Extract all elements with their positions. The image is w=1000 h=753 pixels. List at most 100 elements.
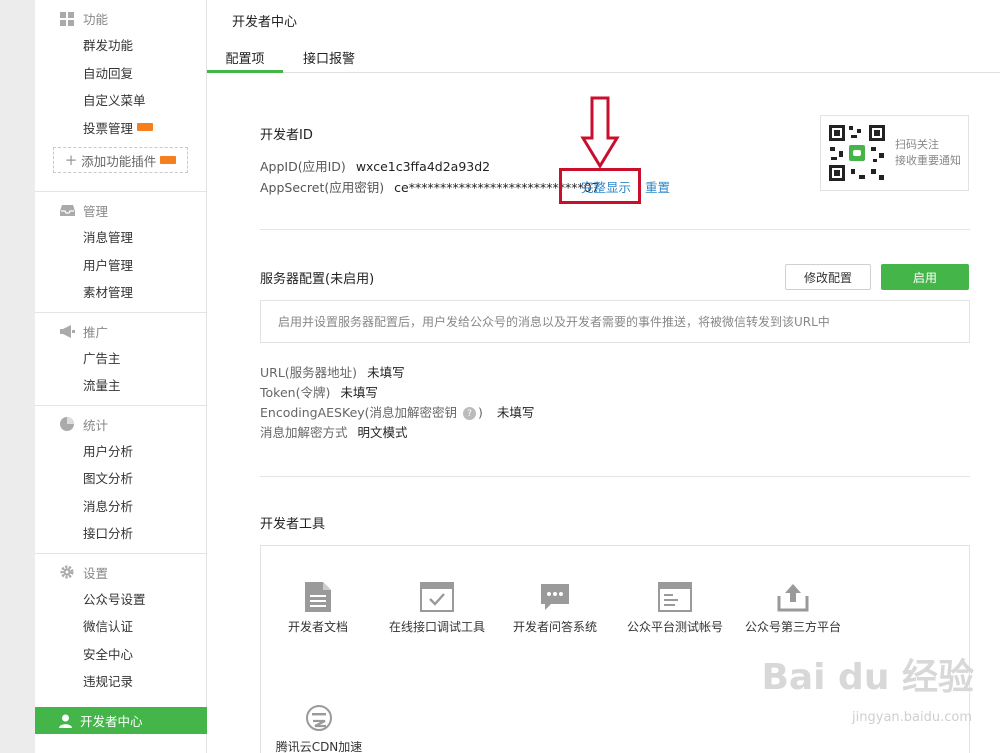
sidebar-section-title: 统计 [83, 417, 109, 433]
sidebar-section-promote: 推广 广告主 流量主 [35, 313, 206, 406]
sidebar-section-title: 推广 [83, 324, 109, 340]
chat-bubble-icon [541, 584, 569, 610]
url-value: 未填写 [367, 365, 405, 380]
sidebar-item-materials[interactable]: 素材管理 [35, 278, 206, 306]
gear-icon [59, 564, 75, 580]
sidebar-section-header[interactable]: 设置 [35, 560, 206, 585]
sidebar-section-header[interactable]: 管理 [35, 198, 206, 223]
qr-caption: 扫码关注 接收重要通知 [895, 137, 961, 169]
sidebar-item-messages[interactable]: 消息管理 [35, 223, 206, 251]
sidebar-item-user-analysis[interactable]: 用户分析 [35, 437, 206, 465]
sidebar-item-message-analysis[interactable]: 消息分析 [35, 492, 206, 520]
sidebar-item-vote[interactable]: 投票管理 [35, 114, 206, 142]
server-config-notice: 启用并设置服务器配置后，用户发给公众号的消息以及开发者需要的事件推送，将被微信转… [260, 300, 970, 343]
baidu-jingyan-watermark: Bai du 经验 [761, 657, 974, 698]
sidebar-section-settings: 设置 公众号设置 微信认证 安全中心 违规记录 [35, 554, 206, 701]
reset-link[interactable]: 重置 [645, 177, 670, 196]
add-plugin-button[interactable]: + 添加功能插件 [53, 147, 188, 173]
browser-window-icon [658, 582, 692, 612]
tab-api-alarm[interactable]: 接口报警 [303, 48, 355, 67]
tool-label: 公众号第三方平台 [744, 620, 841, 634]
browser-check-icon [420, 582, 454, 612]
divider [260, 476, 970, 477]
modify-config-button[interactable]: 修改配置 [785, 264, 871, 290]
sidebar-item-label: 公众号设置 [83, 591, 146, 607]
sidebar-item-label: 消息分析 [83, 498, 134, 514]
sidebar-item-label: 流量主 [83, 378, 121, 394]
sidebar-item-wechat-verify[interactable]: 微信认证 [35, 612, 206, 640]
tool-third-party-platform[interactable]: 公众号第三方平台 [743, 582, 843, 635]
appid-row: AppID(应用ID) wxce1c3ffa4d2a93d2 [260, 156, 490, 175]
sidebar-section-title: 功能 [83, 12, 109, 27]
tab-bar: 配置项 接口报警 [207, 40, 1000, 73]
add-plugin-label: 添加功能插件 [81, 153, 157, 169]
sidebar: 功能 群发功能 自动回复 自定义菜单 投票管理 + 添加功能插件 管理 消息管理… [35, 0, 207, 753]
down-arrow-icon [580, 96, 620, 169]
aes-key-label: EncodingAESKey(消息加解密密钥 [260, 405, 458, 420]
sidebar-item-label: 群发功能 [83, 38, 134, 54]
tab-config[interactable]: 配置项 [207, 48, 283, 73]
qr-caption-line1: 扫码关注 [895, 138, 939, 151]
sidebar-item-users[interactable]: 用户管理 [35, 251, 206, 279]
new-badge [137, 123, 154, 132]
sidebar-item-article-analysis[interactable]: 图文分析 [35, 464, 206, 492]
divider [260, 229, 970, 230]
sidebar-section-header[interactable]: 推广 [35, 319, 206, 344]
tool-label: 腾讯云CDN加速 [275, 740, 363, 753]
sidebar-item-label: 图文分析 [83, 471, 134, 487]
aes-key-value: 未填写 [496, 405, 535, 420]
user-icon [59, 714, 72, 728]
encryption-mode-value: 明文模式 [357, 425, 408, 440]
document-icon [305, 582, 331, 612]
sidebar-item-mass-send[interactable]: 群发功能 [35, 31, 206, 59]
upload-tray-icon [777, 584, 809, 612]
server-config-heading: 服务器配置(未启用) [260, 272, 375, 287]
sidebar-section-header[interactable]: 功能 [35, 6, 206, 31]
tool-dev-qa[interactable]: 开发者问答系统 [509, 582, 601, 635]
tool-dev-docs[interactable]: 开发者文档 [281, 582, 355, 635]
sidebar-item-custom-menu[interactable]: 自定义菜单 [35, 86, 206, 114]
sidebar-item-label: 微信认证 [83, 619, 134, 635]
help-icon[interactable]: ? [463, 407, 477, 420]
sidebar-item-developer-center[interactable]: 开发者中心 [35, 707, 207, 734]
sidebar-item-auto-reply[interactable]: 自动回复 [35, 59, 206, 87]
sidebar-item-security-center[interactable]: 安全中心 [35, 640, 206, 668]
aes-key-label-end: ) [478, 405, 483, 420]
tool-tencent-cdn[interactable]: 腾讯云CDN加速 [273, 704, 365, 753]
sidebar-item-label: 投票管理 [83, 120, 134, 136]
sidebar-item-label: 广告主 [83, 350, 121, 366]
sidebar-item-label: 素材管理 [83, 285, 134, 301]
sidebar-item-api-analysis[interactable]: 接口分析 [35, 519, 206, 547]
new-badge [160, 156, 177, 164]
encryption-mode-label: 消息加解密方式 [260, 425, 348, 440]
qr-code-icon [827, 123, 887, 183]
sidebar-item-label: 消息管理 [83, 230, 134, 246]
main-panel: 开发者中心 配置项 接口报警 开发者ID AppID(应用ID) wxce1c3f… [207, 0, 1000, 753]
qr-caption-line2: 接收重要通知 [895, 154, 961, 167]
sidebar-item-account-settings[interactable]: 公众号设置 [35, 585, 206, 613]
tool-api-debugger[interactable]: 在线接口调试工具 [385, 582, 489, 635]
pie-chart-icon [59, 416, 75, 432]
tool-label: 在线接口调试工具 [388, 620, 485, 634]
appid-label: AppID(应用ID) [260, 159, 346, 174]
sidebar-item-label: 安全中心 [83, 646, 134, 662]
sidebar-section-stats: 统计 用户分析 图文分析 消息分析 接口分析 [35, 406, 206, 554]
sidebar-item-advertiser[interactable]: 广告主 [35, 344, 206, 372]
grid-icon [59, 11, 75, 27]
sidebar-item-publisher[interactable]: 流量主 [35, 371, 206, 399]
developer-id-heading: 开发者ID [260, 128, 313, 143]
sidebar-item-label: 用户分析 [83, 443, 134, 459]
sidebar-item-violations[interactable]: 违规记录 [35, 667, 206, 695]
sidebar-section-header[interactable]: 统计 [35, 412, 206, 437]
tool-label: 公众平台测试帐号 [626, 620, 723, 634]
sidebar-item-label: 开发者中心 [80, 714, 143, 729]
token-label: Token(令牌) [260, 385, 331, 400]
encryption-mode-row: 消息加解密方式 明文模式 [260, 422, 408, 441]
url-row: URL(服务器地址) 未填写 [260, 362, 405, 381]
tool-test-account[interactable]: 公众平台测试帐号 [623, 582, 727, 635]
sidebar-section-title: 设置 [83, 565, 109, 581]
enable-button[interactable]: 启用 [881, 264, 969, 290]
sidebar-item-label: 接口分析 [83, 526, 134, 542]
appsecret-label: AppSecret(应用密钥) [260, 180, 385, 195]
plus-icon: + [64, 151, 78, 169]
